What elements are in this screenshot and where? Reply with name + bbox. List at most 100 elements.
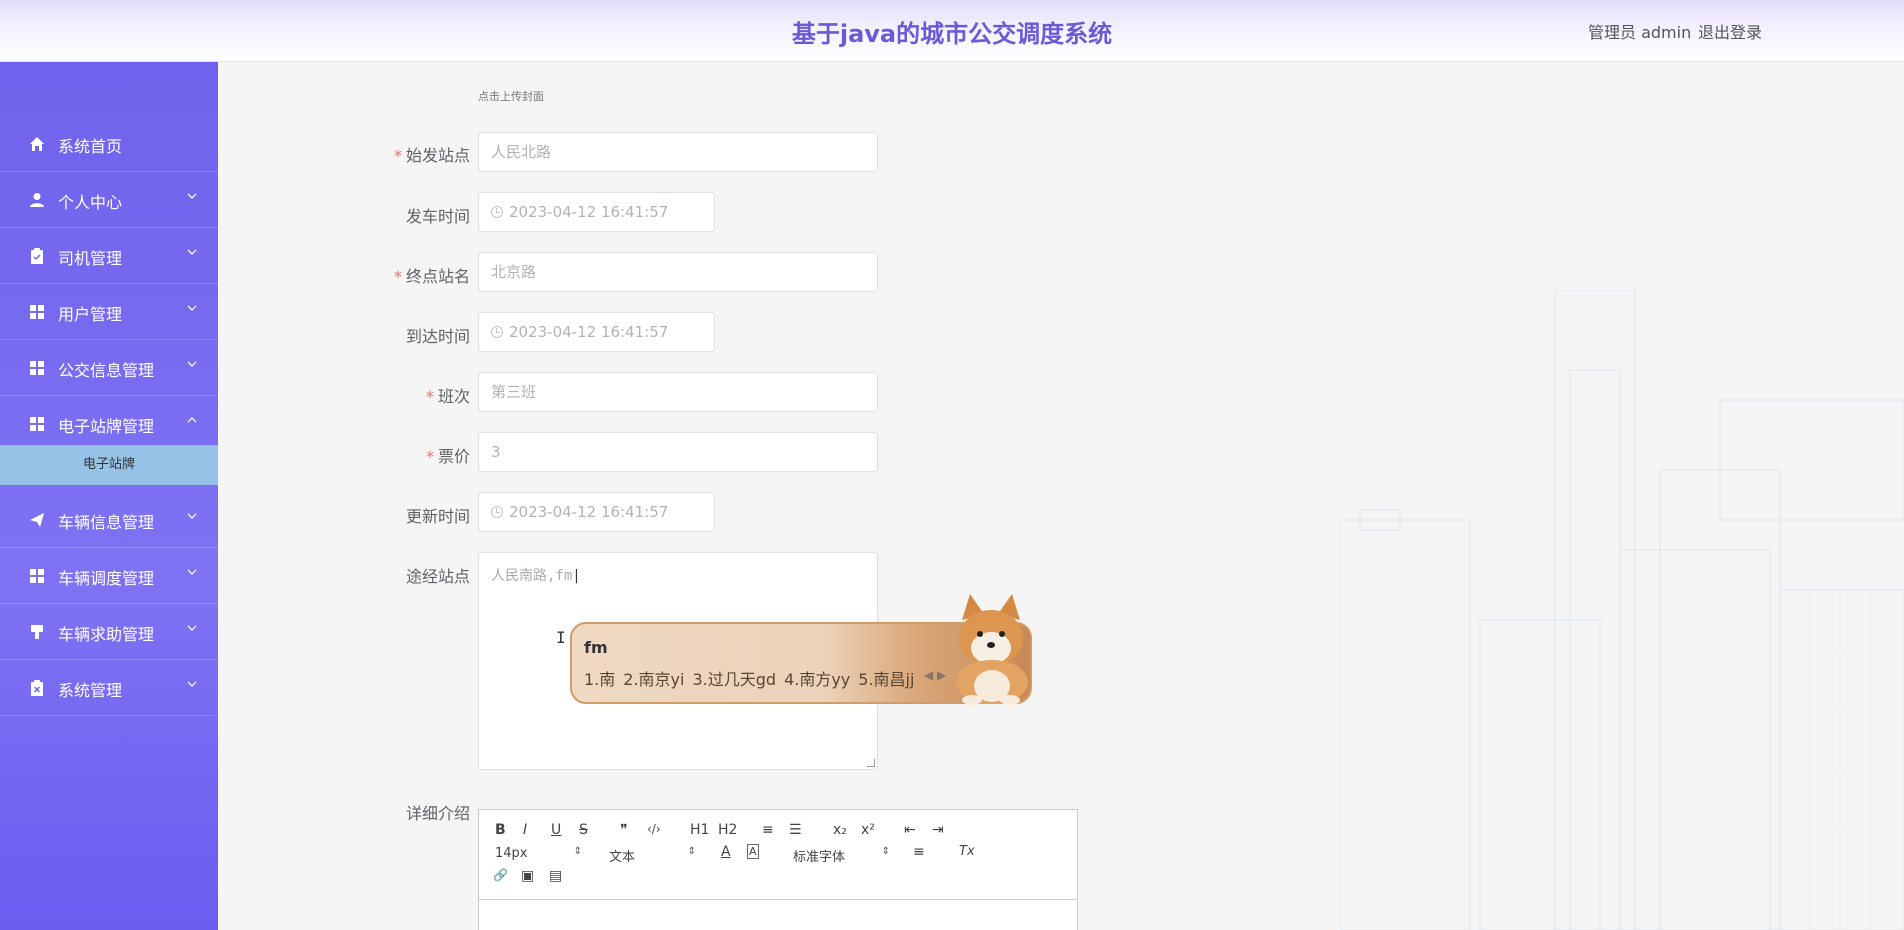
font-family-select[interactable]: 标准字体 — [793, 846, 890, 865]
text-cursor-icon: I — [556, 628, 566, 647]
ime-candidate-popup: fm 1.南 2.南京yi 3.过几天gd 4.南方yy 5.南昌jj ◀ ▶ — [570, 594, 1032, 705]
clock-icon — [491, 326, 503, 338]
depart-time-label: 发车时间 — [405, 207, 470, 226]
chevron-down-icon — [187, 305, 197, 311]
align-button[interactable]: ≡ — [913, 844, 925, 860]
sidebar: 系统首页 个人中心 司机管理 用户管理 公交信息管理 电子站牌管理 电子站牌 车… — [0, 62, 218, 930]
chevron-down-icon — [187, 249, 197, 255]
ime-candidate[interactable]: 5.南昌jj — [858, 670, 914, 689]
video-button[interactable]: ▤ — [549, 868, 562, 884]
price-input[interactable]: 3 — [478, 432, 878, 472]
indent-button[interactable]: ⇥ — [932, 822, 944, 838]
chevron-down-icon — [187, 193, 197, 199]
chevron-up-icon — [187, 417, 197, 423]
clipboard-icon — [31, 248, 43, 264]
grid-icon — [30, 569, 44, 583]
chevron-down-icon — [187, 361, 197, 367]
quote-button[interactable]: ❞ — [620, 822, 628, 838]
bullet-list-button[interactable]: ☰ — [789, 822, 802, 838]
sidebar-item-label: 系统首页 — [58, 137, 123, 156]
font-color-button[interactable]: A — [721, 844, 731, 860]
update-time-picker[interactable]: 2023-04-12 16:41:57 — [478, 492, 715, 532]
ime-candidate[interactable]: 1.南 — [584, 670, 615, 689]
pin-icon — [31, 625, 43, 639]
sidebar-item-help[interactable]: 车辆求助管理 — [0, 604, 218, 660]
background-color-button[interactable]: A — [747, 844, 759, 859]
italic-button[interactable]: I — [523, 822, 527, 838]
sidebar-item-system[interactable]: 系统管理 — [0, 660, 218, 716]
shiba-dog-image — [956, 594, 1028, 705]
ime-candidate[interactable]: 4.南方yy — [784, 670, 850, 689]
rich-text-editor: B I U S ❞ ‹/› H1 H2 ≡ ☰ x₂ x² ⇤ ⇥ 14px 文… — [478, 809, 1078, 930]
link-button[interactable]: 🔗 — [493, 868, 508, 882]
sidebar-item-label: 车辆调度管理 — [58, 569, 155, 588]
sidebar-item-label: 个人中心 — [58, 193, 123, 212]
h1-button[interactable]: H1 — [690, 822, 709, 838]
underline-button[interactable]: U — [551, 822, 561, 838]
clock-icon — [491, 506, 503, 518]
grid-icon — [30, 417, 44, 431]
grid-icon — [30, 305, 44, 319]
chevron-down-icon — [187, 681, 197, 687]
clock-icon — [491, 206, 503, 218]
ime-candidate[interactable]: 3.过几天gd — [692, 670, 776, 689]
clean-format-button[interactable]: Tx — [959, 844, 975, 859]
image-button[interactable]: ▣ — [521, 868, 534, 884]
logout-link[interactable]: 退出登录 — [1698, 19, 1762, 43]
ordered-list-button[interactable]: ≡ — [762, 822, 774, 838]
end-station-label: * 终点站名 — [393, 267, 470, 286]
clipboard-x-icon — [31, 680, 43, 696]
city-background-image — [1340, 290, 1904, 930]
bold-button[interactable]: B — [495, 822, 506, 838]
sidebar-item-e-board[interactable]: 电子站牌管理 — [0, 396, 218, 452]
sidebar-item-label: 公交信息管理 — [58, 361, 155, 380]
detail-label: 详细介绍 — [405, 804, 470, 823]
h2-button[interactable]: H2 — [718, 822, 737, 838]
strike-button[interactable]: S — [579, 822, 588, 838]
outdent-button[interactable]: ⇤ — [904, 822, 916, 838]
resize-handle[interactable] — [867, 759, 875, 767]
sidebar-item-bus-info[interactable]: 公交信息管理 — [0, 340, 218, 396]
sidebar-item-label: 车辆信息管理 — [58, 513, 155, 532]
upload-cover-hint[interactable]: 点击上传封面 — [478, 88, 544, 104]
top-header: 基于java的城市公交调度系统 管理员 admin 退出登录 — [0, 0, 1904, 62]
paragraph-select[interactable]: 文本 — [609, 846, 696, 865]
start-station-input[interactable]: 人民北路 — [478, 132, 878, 172]
ime-candidate-list: 1.南 2.南京yi 3.过几天gd 4.南方yy 5.南昌jj — [584, 666, 922, 690]
update-time-label: 更新时间 — [405, 507, 470, 526]
arrive-time-picker[interactable]: 2023-04-12 16:41:57 — [478, 312, 715, 352]
admin-user-label: 管理员 admin — [1588, 23, 1692, 42]
shift-input[interactable]: 第三班 — [478, 372, 878, 412]
route-stations-label: 途经站点 — [405, 567, 470, 586]
ime-composition: fm — [584, 638, 608, 657]
ime-candidate[interactable]: 2.南京yi — [623, 670, 684, 689]
sidebar-item-drivers[interactable]: 司机管理 — [0, 228, 218, 284]
sidebar-item-users[interactable]: 用户管理 — [0, 284, 218, 340]
price-label: * 票价 — [425, 447, 470, 466]
chevron-down-icon — [187, 625, 197, 631]
sidebar-item-label: 用户管理 — [58, 305, 123, 324]
grid-icon — [30, 361, 44, 375]
font-size-select[interactable]: 14px — [495, 846, 582, 861]
code-button[interactable]: ‹/› — [647, 822, 661, 836]
send-icon — [30, 513, 44, 527]
sidebar-item-vehicle-info[interactable]: 车辆信息管理 — [0, 492, 218, 548]
end-station-input[interactable]: 北京路 — [478, 252, 878, 292]
submenu-item-e-board[interactable]: 电子站牌 — [0, 445, 218, 485]
shift-label: * 班次 — [425, 387, 470, 406]
subscript-button[interactable]: x₂ — [833, 822, 847, 838]
sidebar-item-dispatch[interactable]: 车辆调度管理 — [0, 548, 218, 604]
home-icon — [30, 137, 44, 151]
start-station-label: * 始发站点 — [393, 146, 470, 165]
sidebar-item-label: 司机管理 — [58, 249, 123, 268]
superscript-button[interactable]: x² — [861, 822, 875, 838]
sidebar-item-personal[interactable]: 个人中心 — [0, 172, 218, 228]
sidebar-item-label: 车辆求助管理 — [58, 625, 155, 644]
user-icon — [30, 193, 44, 207]
chevron-down-icon — [187, 513, 197, 519]
arrive-time-label: 到达时间 — [405, 327, 470, 346]
chevron-down-icon — [187, 569, 197, 575]
sidebar-item-home[interactable]: 系统首页 — [0, 116, 218, 172]
editor-toolbar: B I U S ❞ ‹/› H1 H2 ≡ ☰ x₂ x² ⇤ ⇥ 14px 文… — [479, 810, 1077, 900]
depart-time-picker[interactable]: 2023-04-12 16:41:57 — [478, 192, 715, 232]
